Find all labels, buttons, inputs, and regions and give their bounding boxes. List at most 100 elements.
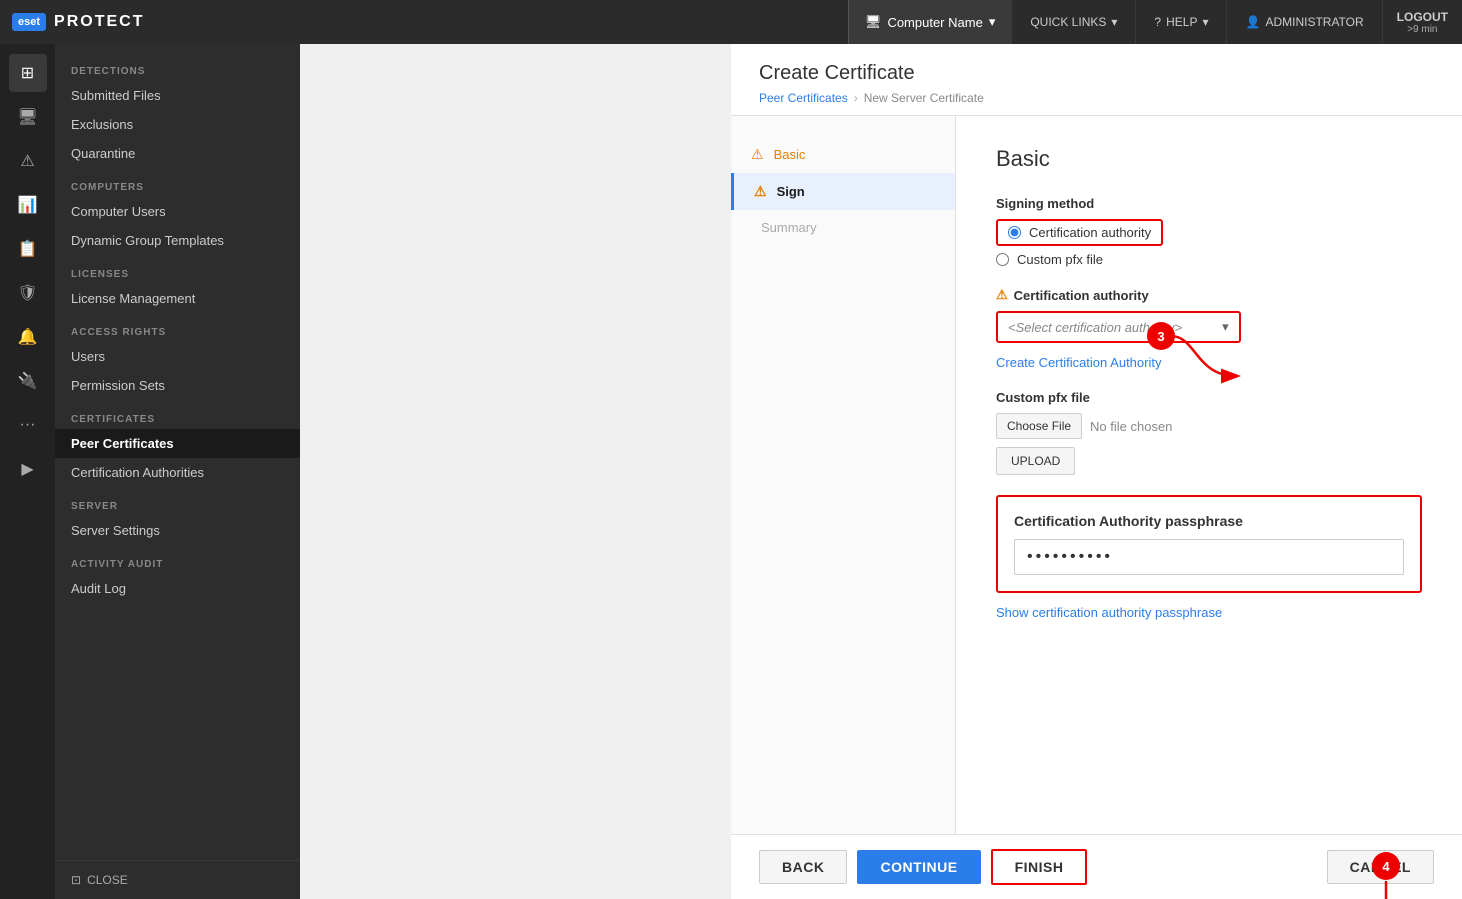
sidebar-wrapper: ⊞ 🖥 ⚠ 📊 📋 🛡 🔔 🔌 ··· ▶ DETECTIONS Submitt…	[0, 44, 731, 899]
no-file-text: No file chosen	[1090, 419, 1172, 434]
sidebar-icon-more[interactable]: ···	[9, 406, 47, 444]
sidebar: DETECTIONS Submitted Files Exclusions Qu…	[55, 44, 300, 899]
cert-authority-group: ⚠ Certification authority <Select certif…	[996, 287, 1422, 370]
breadcrumb-new-server-certificate: New Server Certificate	[864, 91, 984, 105]
user-icon: 👤	[1245, 15, 1260, 29]
topbar-right: 🖥 Computer Name ▾ QUICK LINKS ▾ ? HELP ▾…	[848, 0, 1462, 44]
wizard-section-title: Basic	[996, 146, 1422, 172]
help-btn[interactable]: ? HELP ▾	[1135, 0, 1226, 44]
sidebar-item-license-management[interactable]: License Management	[55, 284, 300, 313]
passphrase-input[interactable]	[1014, 539, 1404, 575]
file-picker: Choose File No file chosen	[996, 413, 1422, 439]
wizard-step-sign[interactable]: ⚠ Sign	[731, 173, 955, 210]
chevron-down-icon: ▾	[1111, 15, 1117, 29]
topbar-brand: PROTECT	[54, 13, 144, 31]
upload-btn[interactable]: UPLOAD	[996, 447, 1075, 475]
sidebar-icon-monitor[interactable]: 🖥	[9, 98, 47, 136]
signing-method-group: Signing method Certification authority	[996, 196, 1422, 267]
audit-log-label: Audit Log	[71, 581, 126, 596]
wizard-steps-panel: ⚠ Basic ⚠ Sign Summary	[731, 116, 956, 834]
sidebar-item-peer-certificates[interactable]: Peer Certificates	[55, 429, 300, 458]
dynamic-group-templates-label: Dynamic Group Templates	[71, 233, 224, 248]
wizard-wrapper: ⚠ Basic ⚠ Sign Summary Basic	[731, 116, 1462, 899]
radio-custom-pfx-label: Custom pfx file	[1017, 252, 1103, 267]
create-cert-authority-link[interactable]: Create Certification Authority	[996, 355, 1161, 370]
wizard-step-summary[interactable]: Summary	[731, 210, 955, 245]
sidebar-item-audit-log[interactable]: Audit Log	[55, 574, 300, 603]
logout-sub: >9 min	[1407, 24, 1437, 35]
sidebar-item-submitted-files[interactable]: Submitted Files	[55, 81, 300, 110]
cert-authority-label: ⚠ Certification authority	[996, 287, 1422, 303]
sidebar-close-btn[interactable]: ⊡ CLOSE	[55, 860, 300, 899]
signing-method-label: Signing method	[996, 196, 1422, 211]
wizard-step-basic[interactable]: ⚠ Basic	[731, 136, 955, 173]
cancel-button[interactable]: CANCEL	[1327, 850, 1434, 884]
signing-method-radio-group: Certification authority Custom pfx file	[996, 219, 1422, 267]
wizard-main-content: Basic Signing method Certification autho…	[956, 116, 1462, 834]
monitor-icon: 🖥	[865, 14, 882, 30]
chevron-down-icon: ▾	[1202, 15, 1208, 29]
computer-name-btn[interactable]: 🖥 Computer Name ▾	[848, 0, 1011, 44]
sidebar-icon-warning[interactable]: ⚠	[9, 142, 47, 180]
section-computers: COMPUTERS	[55, 168, 300, 197]
back-button[interactable]: BACK	[759, 850, 847, 884]
sidebar-icon-expand[interactable]: ▶	[9, 450, 47, 488]
sidebar-icon-grid[interactable]: ⊞	[9, 54, 47, 92]
peer-certificates-label: Peer Certificates	[71, 436, 174, 451]
sidebar-item-computer-users[interactable]: Computer Users	[55, 197, 300, 226]
breadcrumb-separator: ›	[854, 91, 858, 105]
quick-links-label: QUICK LINKS	[1030, 15, 1106, 29]
continue-button[interactable]: CONTINUE	[857, 850, 980, 884]
passphrase-box: Certification Authority passphrase	[996, 495, 1422, 593]
users-label: Users	[71, 349, 105, 364]
sidebar-item-users[interactable]: Users	[55, 342, 300, 371]
sidebar-item-permission-sets[interactable]: Permission Sets	[55, 371, 300, 400]
sidebar-item-quarantine[interactable]: Quarantine	[55, 139, 300, 168]
sidebar-icon-chart[interactable]: 📊	[9, 186, 47, 224]
wizard-body: ⚠ Basic ⚠ Sign Summary Basic	[731, 116, 1462, 834]
breadcrumb-peer-certificates[interactable]: Peer Certificates	[759, 91, 848, 105]
radio-custom-pfx-input[interactable]	[996, 253, 1009, 266]
breadcrumb: Peer Certificates › New Server Certifica…	[759, 91, 1434, 105]
cert-authority-select[interactable]: <Select certification authority> ▾	[996, 311, 1241, 343]
sidebar-item-certification-authorities[interactable]: Certification Authorities	[55, 458, 300, 487]
sidebar-icon-shield[interactable]: 🛡	[9, 274, 47, 312]
quarantine-label: Quarantine	[71, 146, 135, 161]
license-management-label: License Management	[71, 291, 195, 306]
chevron-down-icon: ▾	[989, 14, 996, 30]
radio-certification-authority[interactable]: Certification authority	[996, 219, 1422, 246]
administrator-btn[interactable]: 👤 ADMINISTRATOR	[1226, 0, 1381, 44]
radio-cert-authority-input[interactable]	[1008, 226, 1021, 239]
sidebar-icon-bell[interactable]: 🔔	[9, 318, 47, 356]
section-detections: DETECTIONS	[55, 52, 300, 81]
certification-authorities-label: Certification Authorities	[71, 465, 204, 480]
main-layout: ⊞ 🖥 ⚠ 📊 📋 🛡 🔔 🔌 ··· ▶ DETECTIONS Submitt…	[0, 44, 1462, 899]
sidebar-icon-file[interactable]: 📋	[9, 230, 47, 268]
warning-icon: ⚠	[751, 146, 764, 163]
section-certificates: CERTIFICATES	[55, 400, 300, 429]
content-header: Create Certificate Peer Certificates › N…	[731, 44, 1462, 116]
custom-pfx-label: Custom pfx file	[996, 390, 1422, 405]
help-icon: ?	[1154, 15, 1161, 29]
sidebar-item-server-settings[interactable]: Server Settings	[55, 516, 300, 545]
logout-btn[interactable]: LOGOUT >9 min	[1382, 0, 1462, 44]
close-icon: ⊡	[71, 873, 81, 887]
sidebar-item-exclusions[interactable]: Exclusions	[55, 110, 300, 139]
section-activity-audit: ACTIVITY AUDIT	[55, 545, 300, 574]
radio-custom-pfx[interactable]: Custom pfx file	[996, 252, 1422, 267]
passphrase-label: Certification Authority passphrase	[1014, 513, 1404, 529]
sidebar-item-dynamic-group-templates[interactable]: Dynamic Group Templates	[55, 226, 300, 255]
submitted-files-label: Submitted Files	[71, 88, 161, 103]
finish-button[interactable]: FINISH	[991, 849, 1088, 885]
section-access-rights: ACCESS RIGHTS	[55, 313, 300, 342]
quick-links-btn[interactable]: QUICK LINKS ▾	[1011, 0, 1135, 44]
choose-file-btn[interactable]: Choose File	[996, 413, 1082, 439]
show-passphrase-link[interactable]: Show certification authority passphrase	[996, 605, 1222, 620]
topbar: eset PROTECT 🖥 Computer Name ▾ QUICK LIN…	[0, 0, 1462, 44]
step-sign-label: Sign	[777, 184, 805, 199]
server-settings-label: Server Settings	[71, 523, 160, 538]
sidebar-icon-plug[interactable]: 🔌	[9, 362, 47, 400]
cert-authority-arrow: ▾	[1222, 319, 1229, 335]
topbar-left: eset PROTECT	[12, 13, 144, 31]
logout-label: LOGOUT	[1397, 10, 1448, 24]
